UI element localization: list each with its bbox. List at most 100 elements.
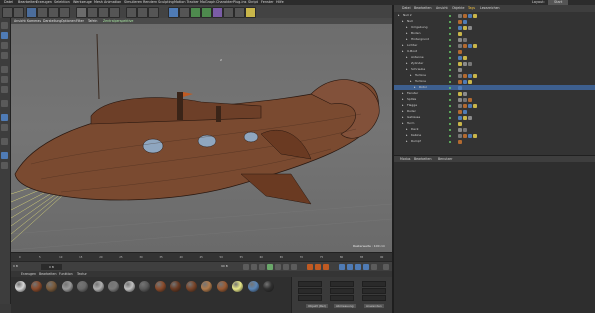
select-icon[interactable]: [26, 7, 37, 18]
tag-icon[interactable]: [458, 73, 462, 78]
tag-icon[interactable]: [468, 133, 472, 138]
material-swatch[interactable]: [77, 281, 88, 292]
solo-icon[interactable]: [1, 138, 8, 145]
redo-icon[interactable]: [13, 7, 24, 18]
tag-icon[interactable]: [458, 37, 462, 42]
om-menu-objects[interactable]: Objekte: [452, 5, 464, 12]
om-menu-bookmarks[interactable]: Lesezeichen: [480, 5, 500, 12]
tag-icon[interactable]: [468, 13, 472, 18]
expand-arrow-icon[interactable]: ▸: [410, 73, 412, 78]
tag-icon[interactable]: [463, 19, 467, 24]
object-tree-row[interactable]: ▸ Lichter: [394, 43, 595, 48]
object-tree-row[interactable]: ▸ U-Boot: [394, 49, 595, 54]
tag-icon[interactable]: [458, 49, 462, 54]
move-key-icon[interactable]: [339, 264, 345, 270]
last-frame-icon[interactable]: [291, 264, 297, 270]
axis-x-icon[interactable]: [76, 7, 87, 18]
expand-arrow-icon[interactable]: ▸: [406, 31, 408, 36]
rot-b-field[interactable]: [362, 295, 386, 301]
visibility-dot-icon[interactable]: [449, 56, 451, 59]
object-tree-row[interactable]: ▸ Turbine: [394, 79, 595, 84]
coordinate-system-icon[interactable]: [109, 7, 120, 18]
visibility-dot-icon[interactable]: [449, 74, 451, 77]
expand-arrow-icon[interactable]: ▸: [414, 85, 416, 90]
points-mode-icon[interactable]: [1, 66, 8, 73]
cube-icon[interactable]: [168, 7, 179, 18]
object-tree-row[interactable]: ▸ Ruder: [394, 109, 595, 114]
tag-icon[interactable]: [468, 25, 472, 30]
tag-icon[interactable]: [458, 19, 462, 24]
tag-icon[interactable]: [458, 67, 462, 72]
tag-icon[interactable]: [463, 55, 467, 60]
prev-frame-icon[interactable]: [259, 264, 265, 270]
tag-icon[interactable]: [458, 43, 462, 48]
pla-key-icon[interactable]: [371, 264, 377, 270]
object-tree-row[interactable]: ▸ Null: [394, 19, 595, 24]
model-mode-icon[interactable]: [1, 32, 8, 39]
material-swatch[interactable]: [170, 281, 181, 292]
size-mode-dropdown[interactable]: Abmessung: [334, 304, 356, 308]
tag-icon[interactable]: [463, 73, 467, 78]
tag-icon[interactable]: [458, 79, 462, 84]
rot-h-field[interactable]: [362, 281, 386, 287]
expand-arrow-icon[interactable]: ▸: [402, 103, 404, 108]
material-swatch[interactable]: [139, 281, 150, 292]
edges-mode-icon[interactable]: [1, 76, 8, 83]
tag-icon[interactable]: [473, 103, 477, 108]
object-tree-row[interactable]: ▸ Rotor: [394, 85, 595, 90]
sculpt-icon[interactable]: [1, 162, 8, 169]
axis-y-icon[interactable]: [87, 7, 98, 18]
visibility-dot-icon[interactable]: [449, 44, 451, 47]
expand-arrow-icon[interactable]: ▸: [406, 61, 408, 66]
material-swatch[interactable]: [201, 281, 212, 292]
record-icon[interactable]: [307, 264, 313, 270]
deformer-icon[interactable]: [212, 7, 223, 18]
object-tree-row[interactable]: ▸ Rumpf: [394, 139, 595, 144]
snap-icon[interactable]: [1, 114, 8, 121]
object-tree-row[interactable]: ▸ Flagge: [394, 103, 595, 108]
tag-icon[interactable]: [463, 79, 467, 84]
tag-icon[interactable]: [473, 43, 477, 48]
tag-icon[interactable]: [458, 121, 462, 126]
tag-icon[interactable]: [463, 109, 467, 114]
visibility-dot-icon[interactable]: [449, 50, 451, 53]
size-x-field[interactable]: [330, 281, 354, 287]
expand-arrow-icon[interactable]: ▸: [402, 109, 404, 114]
visibility-dot-icon[interactable]: [449, 128, 451, 131]
object-tree-row[interactable]: ▸ Boden: [394, 31, 595, 36]
visibility-dot-icon[interactable]: [449, 134, 451, 137]
rotate-icon[interactable]: [59, 7, 70, 18]
material-swatch[interactable]: [108, 281, 119, 292]
expand-arrow-icon[interactable]: ▸: [406, 133, 408, 138]
tag-icon[interactable]: [463, 115, 467, 120]
make-editable-icon[interactable]: [1, 22, 8, 29]
expand-arrow-icon[interactable]: ▸: [406, 127, 408, 132]
apply-button[interactable]: Anwenden: [364, 304, 384, 308]
object-tree-row[interactable]: ▸ Turm: [394, 121, 595, 126]
tag-icon[interactable]: [458, 13, 462, 18]
visibility-dot-icon[interactable]: [449, 38, 451, 41]
material-swatch[interactable]: [232, 281, 243, 292]
object-tree-row[interactable]: ▸ Deck: [394, 127, 595, 132]
tag-icon[interactable]: [458, 133, 462, 138]
expand-arrow-icon[interactable]: ▸: [410, 79, 412, 84]
tag-icon[interactable]: [463, 133, 467, 138]
rot-p-field[interactable]: [362, 288, 386, 294]
render-settings-icon[interactable]: [148, 7, 159, 18]
object-tree-row[interactable]: ▸ Fenster: [394, 91, 595, 96]
visibility-dot-icon[interactable]: [449, 98, 451, 101]
object-tree-row[interactable]: ▸ Kabine: [394, 133, 595, 138]
visibility-dot-icon[interactable]: [449, 140, 451, 143]
autokey-icon[interactable]: [315, 264, 321, 270]
param-key-icon[interactable]: [363, 264, 369, 270]
object-tree-row[interactable]: ▸ Schraube: [394, 67, 595, 72]
tag-icon[interactable]: [458, 25, 462, 30]
scale-key-icon[interactable]: [347, 264, 353, 270]
scale-icon[interactable]: [48, 7, 59, 18]
tag-icon[interactable]: [468, 61, 472, 66]
om-menu-view[interactable]: Ansicht: [436, 5, 448, 12]
polygons-mode-icon[interactable]: [1, 86, 8, 93]
material-swatch[interactable]: [92, 281, 104, 292]
tag-icon[interactable]: [473, 73, 477, 78]
visibility-dot-icon[interactable]: [449, 86, 451, 89]
